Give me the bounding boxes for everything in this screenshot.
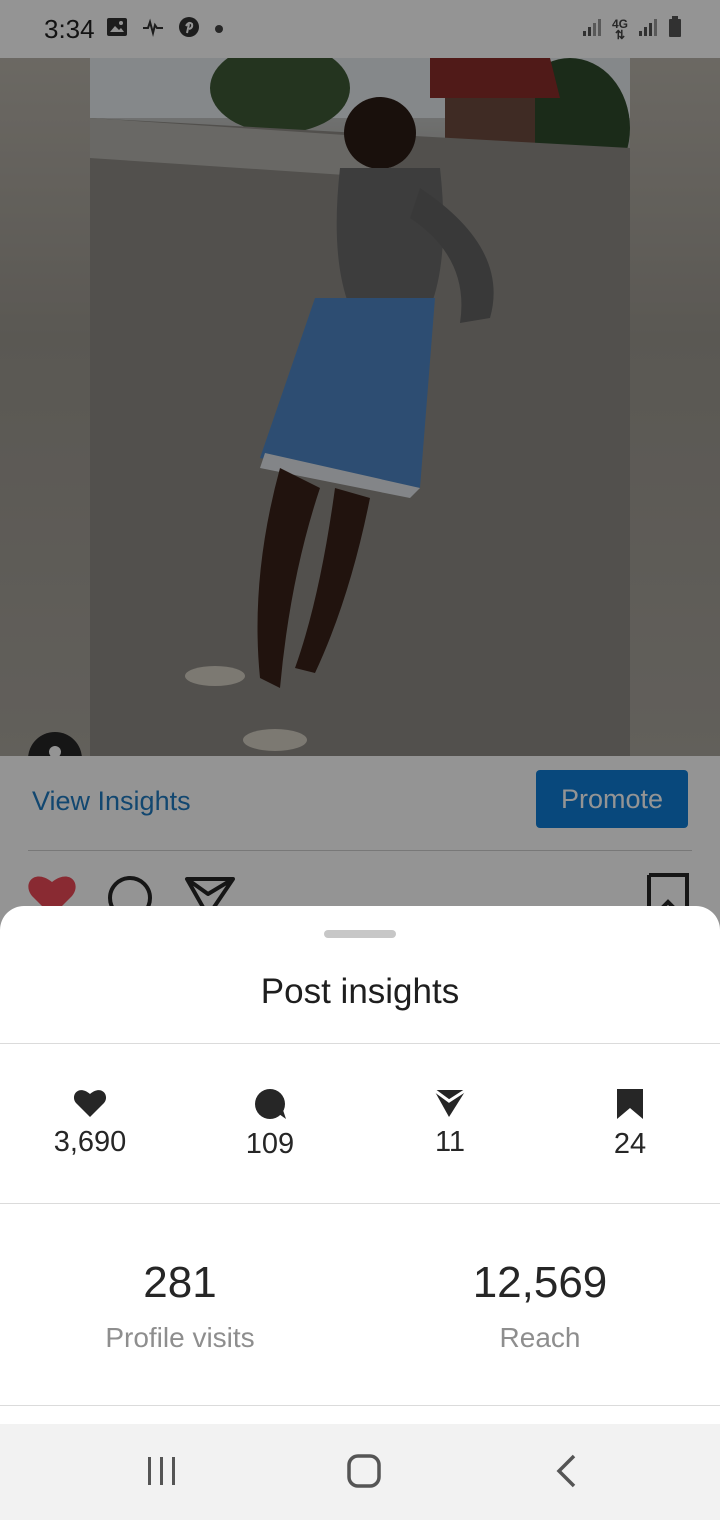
comments-count: 109 bbox=[245, 1128, 295, 1160]
heart-icon bbox=[0, 1088, 180, 1118]
profile-visits-label: Profile visits bbox=[105, 1322, 255, 1353]
profile-visits-stat: 281 Profile visits bbox=[0, 1258, 360, 1354]
sheet-drag-handle[interactable] bbox=[324, 930, 396, 938]
divider bbox=[0, 1405, 720, 1406]
divider bbox=[0, 1203, 720, 1204]
divider bbox=[0, 1043, 720, 1044]
shares-count: 11 bbox=[434, 1126, 466, 1158]
post-insights-sheet: Post insights 3,690 109 11 24 281 Profil… bbox=[0, 906, 720, 1424]
shares-stat: 11 bbox=[360, 1088, 540, 1159]
reach-label: Reach bbox=[499, 1322, 581, 1353]
bookmark-icon bbox=[540, 1088, 720, 1120]
back-icon bbox=[554, 1454, 578, 1493]
saves-stat: 24 bbox=[540, 1088, 720, 1161]
saves-count: 24 bbox=[613, 1128, 647, 1160]
reach-value: 12,569 bbox=[472, 1258, 608, 1307]
comments-stat: 109 bbox=[180, 1088, 360, 1161]
sheet-title: Post insights bbox=[260, 972, 460, 1011]
profile-visits-value: 281 bbox=[143, 1258, 217, 1307]
likes-count: 3,690 bbox=[53, 1126, 127, 1158]
recent-apps-icon bbox=[146, 1456, 178, 1491]
reach-stat: 12,569 Reach bbox=[360, 1258, 720, 1354]
home-button[interactable] bbox=[334, 1448, 394, 1498]
recent-apps-button[interactable] bbox=[132, 1448, 192, 1498]
comment-icon bbox=[180, 1088, 360, 1120]
system-nav-bar bbox=[0, 1424, 720, 1520]
likes-stat: 3,690 bbox=[0, 1088, 180, 1159]
send-icon bbox=[360, 1088, 540, 1118]
back-button[interactable] bbox=[536, 1448, 596, 1498]
home-icon bbox=[347, 1453, 381, 1493]
